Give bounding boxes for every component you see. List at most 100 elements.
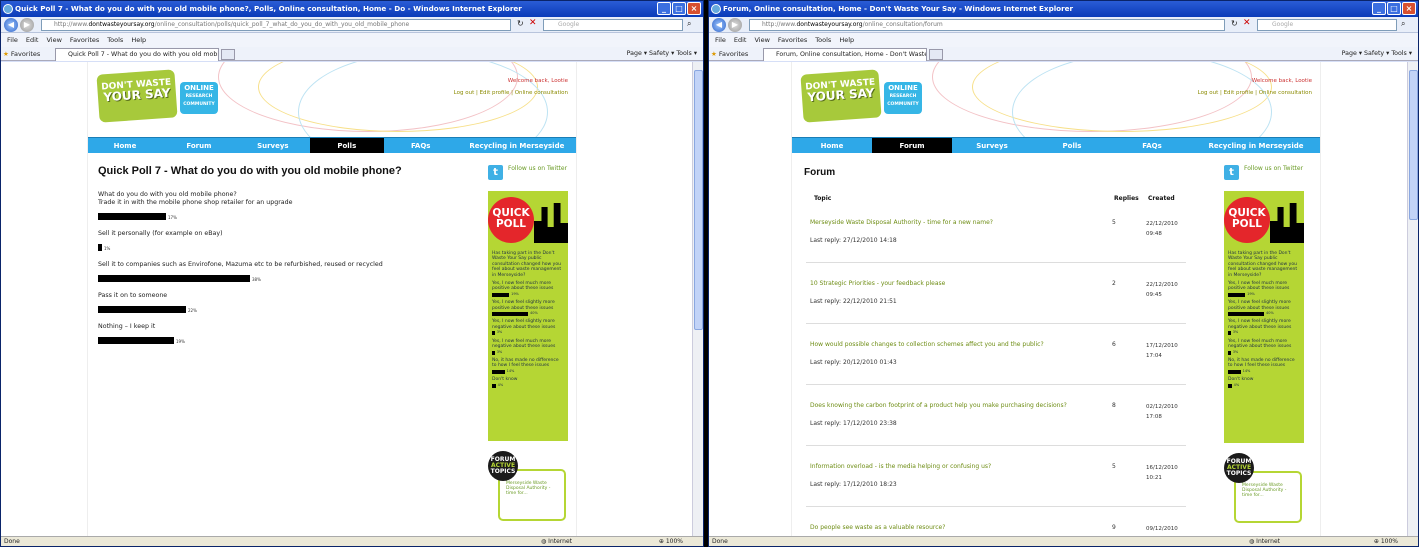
nav-surveys[interactable]: Surveys [952, 138, 1032, 153]
forum-topic-link[interactable]: 10 Strategic Priorities - your feedback … [810, 280, 945, 287]
poll-option-label: Trade it in with the mobile phone shop r… [98, 199, 293, 206]
nav-faqs[interactable]: FAQs [384, 138, 458, 153]
follow-text: Follow us on Twitter [508, 165, 568, 172]
nav-faqs[interactable]: FAQs [1112, 138, 1192, 153]
vertical-scrollbar[interactable] [1407, 62, 1418, 536]
stop-icon[interactable]: ✕ [1243, 18, 1251, 28]
nav-surveys[interactable]: Surveys [236, 138, 310, 153]
quick-poll-option: Yes, I now feel much more positive about… [492, 281, 564, 298]
quick-poll-bar [1228, 350, 1231, 355]
vertical-scrollbar[interactable] [692, 62, 703, 536]
search-input[interactable]: Google [543, 19, 683, 31]
forum-topic-link[interactable]: Information overload - is the media help… [810, 463, 991, 470]
menu-bar: File Edit View Favorites Tools Help [709, 33, 1418, 47]
nav-recycling[interactable]: Recycling in Merseyside [1192, 138, 1320, 153]
scrollbar-thumb[interactable] [694, 70, 703, 330]
zoom-level[interactable]: ⊕ 100% [659, 537, 683, 546]
nav-polls[interactable]: Polls [309, 138, 384, 153]
back-button[interactable]: ◀ [712, 18, 726, 32]
forum-topic-link[interactable]: Does knowing the carbon footprint of a p… [810, 402, 1067, 409]
quick-poll-question: Has taking part in the Don't Waste Your … [1228, 251, 1298, 278]
star-icon[interactable]: ★ [711, 50, 717, 58]
back-button[interactable]: ◀ [4, 18, 18, 32]
poll-result-percent: 1% [104, 246, 111, 251]
ie-window-forum: Forum, Online consultation, Home - Don't… [708, 0, 1419, 547]
maximize-button[interactable]: □ [1387, 2, 1401, 15]
main-nav: Home Forum Surveys Polls FAQs Recycling … [792, 137, 1320, 153]
twitter-follow[interactable]: t Follow us on Twitter [488, 163, 568, 185]
quick-poll-percent: 3% [1232, 330, 1239, 335]
search-icon[interactable]: ⌕ [687, 19, 691, 29]
menu-edit[interactable]: Edit [26, 36, 39, 44]
quick-poll-percent: 4% [497, 382, 504, 387]
command-bar[interactable]: Page ▾ Safety ▾ Tools ▾ [627, 47, 697, 61]
nav-forum[interactable]: Forum [162, 138, 236, 153]
quick-poll-bar [492, 383, 496, 388]
menu-favorites[interactable]: Favorites [778, 36, 807, 44]
col-created: Created [1148, 195, 1175, 202]
nav-home[interactable]: Home [88, 138, 162, 153]
twitter-follow[interactable]: t Follow us on Twitter [1224, 163, 1304, 185]
forum-created-day: 02/12/2010 [1146, 404, 1178, 410]
scrollbar-thumb[interactable] [1409, 70, 1418, 220]
forum-topic-link[interactable]: Do people see waste as a valuable resour… [810, 524, 945, 531]
maximize-button[interactable]: □ [672, 2, 686, 15]
address-domain: dontwasteyoursay.org [796, 21, 863, 28]
star-icon[interactable]: ★ [3, 50, 9, 58]
nav-recycling[interactable]: Recycling in Merseyside [458, 138, 576, 153]
poll-option-label: Nothing – I keep it [98, 323, 156, 330]
favorites-label[interactable]: Favorites [719, 50, 748, 58]
menu-favorites[interactable]: Favorites [70, 36, 99, 44]
nav-polls[interactable]: Polls [1032, 138, 1112, 153]
refresh-icon[interactable]: ↻ [1231, 19, 1238, 28]
tab-active[interactable]: Forum, Online consultation, Home - Don't… [763, 48, 927, 61]
quick-poll-badge: QUICK POLL [488, 197, 534, 243]
nav-home[interactable]: Home [792, 138, 872, 153]
new-tab-button[interactable] [221, 49, 235, 60]
close-button[interactable]: × [1402, 2, 1416, 15]
quick-poll-option: No, it has made no difference to how I f… [492, 358, 564, 374]
menu-help[interactable]: Help [131, 36, 146, 44]
forum-created-time: 09:45 [1146, 292, 1162, 298]
command-bar[interactable]: Page ▾ Safety ▾ Tools ▾ [1342, 47, 1412, 61]
logo-dont-waste[interactable]: DON'T WASTE YOUR SAY [800, 69, 882, 123]
menu-tools[interactable]: Tools [815, 36, 831, 44]
address-bar[interactable]: http://www.dontwasteyoursay.org/online_c… [749, 19, 1225, 31]
menu-help[interactable]: Help [839, 36, 854, 44]
tab-active[interactable]: Quick Poll 7 - What do you do with you o… [55, 48, 219, 61]
poll-result-bar [98, 244, 102, 251]
address-bar[interactable]: http://www.dontwasteyoursay.org/online_c… [41, 19, 511, 31]
stop-icon[interactable]: ✕ [529, 18, 537, 28]
menu-file[interactable]: File [715, 36, 726, 44]
menu-view[interactable]: View [46, 36, 61, 44]
forum-topic-link[interactable]: How would possible changes to collection… [810, 341, 1044, 348]
account-links[interactable]: Log out | Edit profile | Online consulta… [454, 90, 568, 96]
nav-forum[interactable]: Forum [872, 138, 952, 153]
menu-file[interactable]: File [7, 36, 18, 44]
refresh-icon[interactable]: ↻ [517, 19, 524, 28]
account-links[interactable]: Log out | Edit profile | Online consulta… [1198, 90, 1312, 96]
active-topic-link[interactable]: Merseyside Waste Disposal Authority - ti… [1242, 483, 1286, 498]
forum-active-topics-badge: FORUM ACTIVE TOPICS [488, 451, 518, 481]
menu-tools[interactable]: Tools [107, 36, 123, 44]
new-tab-button[interactable] [929, 49, 943, 60]
search-input[interactable]: Google [1257, 19, 1397, 31]
minimize-button[interactable]: _ [657, 2, 671, 15]
forward-button[interactable]: ▶ [20, 18, 34, 32]
forum-topic-link[interactable]: Merseyside Waste Disposal Authority - ti… [810, 219, 993, 226]
globe-icon: ◍ [1249, 538, 1255, 545]
close-button[interactable]: × [687, 2, 701, 15]
logo-dont-waste[interactable]: DON'T WASTE YOUR SAY [96, 69, 178, 123]
poll-result-bar [98, 306, 186, 313]
active-topic-link[interactable]: Merseyside Waste Disposal Authority - ti… [506, 481, 550, 496]
menu-view[interactable]: View [754, 36, 769, 44]
quick-poll-option-label: Yes, I now feel much more negative about… [1228, 338, 1292, 350]
favorites-label[interactable]: Favorites [11, 50, 40, 58]
zoom-level[interactable]: ⊕ 100% [1374, 537, 1398, 546]
quick-poll-option: Yes, I now feel much more negative about… [492, 339, 564, 355]
search-icon[interactable]: ⌕ [1401, 19, 1405, 29]
menu-edit[interactable]: Edit [734, 36, 747, 44]
forward-button[interactable]: ▶ [728, 18, 742, 32]
minimize-button[interactable]: _ [1372, 2, 1386, 15]
quick-poll-option: No, it has made no difference to how I f… [1228, 358, 1300, 374]
